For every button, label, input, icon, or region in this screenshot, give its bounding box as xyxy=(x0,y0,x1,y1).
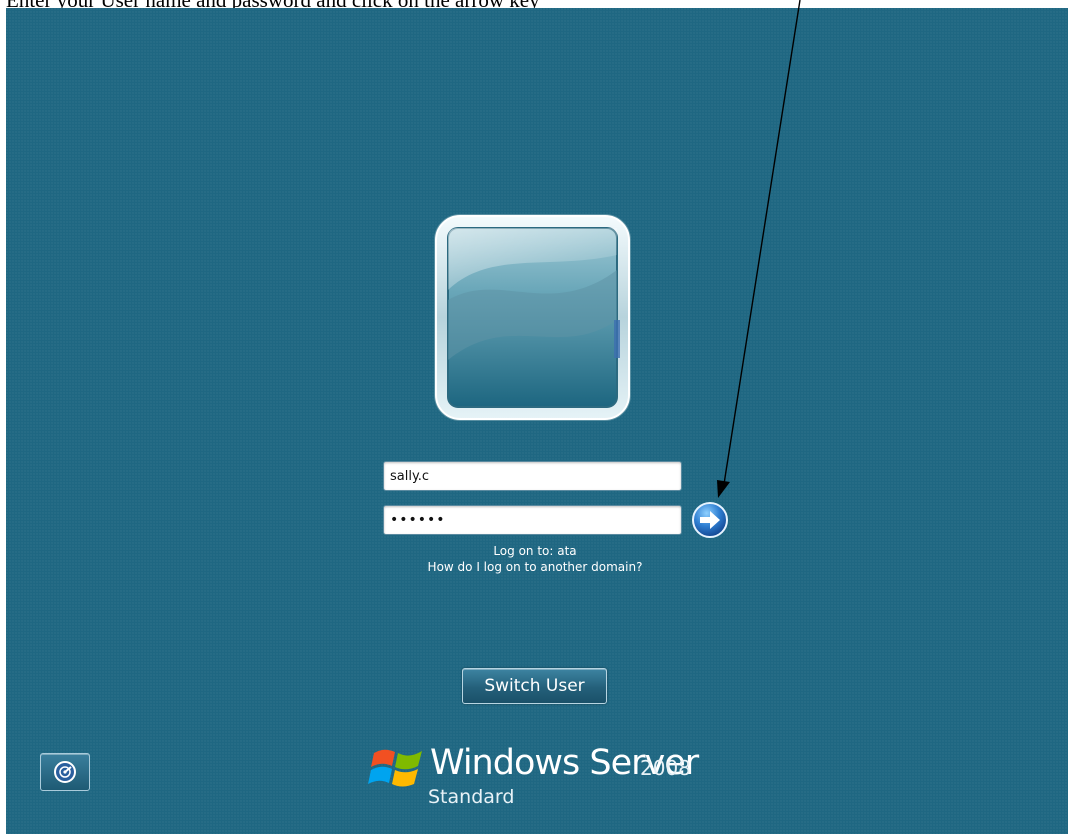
windows-flag-logo xyxy=(368,749,422,787)
logon-domain-label: Log on to: ata xyxy=(493,544,577,558)
user-tile xyxy=(434,214,631,421)
page: Enter your User name and password and cl… xyxy=(0,0,1072,836)
other-domain-link[interactable]: How do I log on to another domain? xyxy=(380,559,690,575)
switch-user-button[interactable]: Switch User xyxy=(462,668,607,704)
password-field[interactable] xyxy=(383,505,682,535)
brand-year: 2008 xyxy=(640,756,691,780)
windows-server-branding: Windows Server 2008 Standard xyxy=(368,735,728,815)
submit-arrow-button[interactable] xyxy=(690,500,730,540)
ease-of-access-button[interactable] xyxy=(40,753,90,791)
brand-edition: Standard xyxy=(428,786,515,808)
ease-of-access-icon xyxy=(54,761,76,783)
instruction-caption: Enter your User name and password and cl… xyxy=(6,0,1066,8)
logon-screen xyxy=(6,8,1068,834)
username-field[interactable] xyxy=(383,461,682,491)
